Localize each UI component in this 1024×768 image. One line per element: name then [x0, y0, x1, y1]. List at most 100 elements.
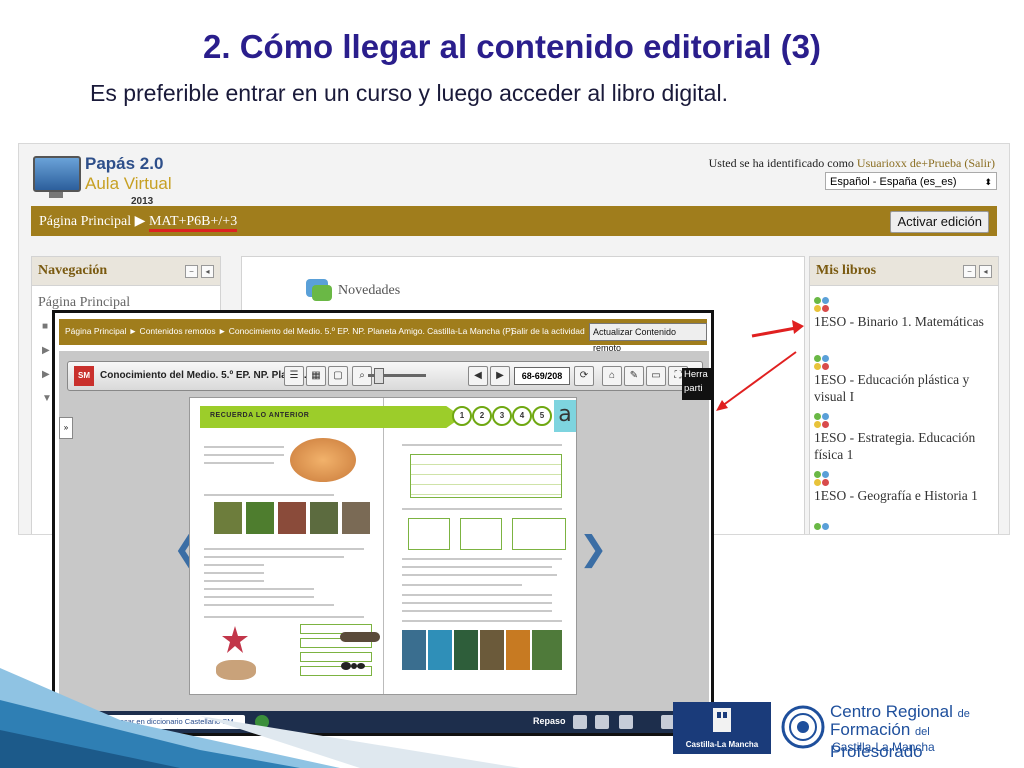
book-item[interactable]: 1ESO - Educación plástica y visual I [814, 355, 994, 405]
logo-title: Papás 2.0 [85, 154, 164, 173]
book-item[interactable]: 1ESO - Estrategia. Educación física 1 [814, 413, 994, 463]
breadcrumb-bar: Página Principal ▶ MAT+P6B+/+3 Activar e… [31, 206, 997, 236]
login-info: Usted se ha identificado como Usuarioxx … [709, 156, 995, 171]
nav-home-link[interactable]: Página Principal [38, 295, 130, 311]
side-panel-toggle-icon[interactable]: » [59, 417, 73, 439]
dock-icon[interactable]: ◂ [201, 265, 214, 278]
dock-icon[interactable]: ◂ [979, 265, 992, 278]
text-line [402, 444, 562, 446]
worksheet-table [410, 454, 562, 498]
index-icon[interactable]: ☰ [284, 366, 304, 386]
step-3[interactable]: 3 [492, 406, 512, 426]
step-4[interactable]: 4 [512, 406, 532, 426]
navigation-block-header: Navegación − ◂ [32, 257, 220, 286]
text-line [204, 446, 284, 448]
text-line [402, 584, 522, 586]
text-line [204, 580, 264, 582]
step-2[interactable]: 2 [472, 406, 492, 426]
breadcrumb-separator-icon: ▶ [134, 214, 146, 229]
page-icon[interactable]: ▢ [328, 366, 348, 386]
thumbnails-icon[interactable]: ▦ [306, 366, 326, 386]
exit-activity-link[interactable]: Salir de la actividad [511, 326, 585, 336]
next-spread-arrow-icon[interactable]: ❯ [579, 529, 608, 569]
go-icon[interactable]: ⟳ [574, 366, 594, 386]
breadcrumb-home[interactable]: Página Principal [39, 214, 131, 229]
language-select[interactable]: Español - España (es_es) ⬍ [825, 172, 997, 190]
text-line [204, 556, 344, 558]
cell-illustration [290, 438, 356, 482]
update-content-button[interactable]: Actualizar Contenido remoto [589, 323, 707, 353]
navigation-title: Navegación [38, 263, 108, 278]
expand-icon[interactable]: ▶ [42, 345, 50, 356]
text-line [402, 610, 552, 612]
my-books-block: Mis libros − ◂ 1ESO - Binario 1. Matemát… [809, 256, 999, 534]
bullet-icon: ■ [42, 321, 49, 332]
papas-logo[interactable]: Papás 2.0 Aula Virtual 2013 [31, 152, 181, 210]
text-line [204, 588, 314, 590]
activate-edit-button[interactable]: Activar edición [890, 211, 989, 233]
coat-of-arms-icon [713, 708, 731, 732]
photo-thumbnail [278, 502, 306, 534]
reader-breadcrumb[interactable]: Página Principal ► Contenidos remotos ► … [65, 326, 514, 336]
screen-icon[interactable]: ▭ [646, 366, 666, 386]
repaso-label[interactable]: Repaso [533, 716, 566, 726]
jccm-logo-text: Castilla-La Mancha [685, 740, 759, 749]
sm-logo: SM [74, 366, 94, 386]
book-item[interactable]: 1ESO - Binario 1. Matemáticas [814, 297, 994, 330]
login-prefix: Usted se ha identificado como [708, 156, 854, 170]
reader-breadcrumb-bar: Página Principal ► Contenidos remotos ► … [59, 319, 707, 353]
prev-page-icon[interactable]: ◀ [468, 366, 488, 386]
text-line [402, 508, 562, 510]
forum-icon-bubble [312, 285, 332, 301]
breadcrumb-course[interactable]: MAT+P6B+/+3 [148, 214, 238, 232]
text-line [204, 572, 264, 574]
book-resource-icon [814, 297, 832, 313]
book-resource-icon [814, 413, 832, 429]
book-title: 1ESO - Binario 1. Matemáticas [814, 314, 984, 329]
logo-subtitle: Aula Virtual [85, 174, 172, 193]
text-line [204, 616, 364, 618]
book-item-partial[interactable] [814, 523, 994, 534]
collapse-icon[interactable]: − [963, 265, 976, 278]
slide-subtitle: Es preferible entrar en un curso y luego… [90, 80, 728, 106]
home-icon[interactable]: ⌂ [602, 366, 622, 386]
match-box [512, 518, 566, 550]
monitor-stand-icon [49, 192, 63, 198]
collapse-arrow-icon[interactable]: ▼ [42, 393, 52, 404]
text-line [204, 604, 334, 606]
page-counter[interactable]: 68-69/208 [514, 367, 570, 385]
book-title: 1ESO - Estrategia. Educación física 1 [814, 430, 976, 462]
news-forum-link[interactable]: Novedades [338, 283, 400, 299]
monitor-icon [33, 156, 81, 192]
collapse-icon[interactable]: − [185, 265, 198, 278]
pen-icon[interactable]: ✎ [624, 366, 644, 386]
text-line [204, 564, 264, 566]
photo-thumbnail [342, 502, 370, 534]
pen-tool-icon[interactable] [573, 715, 587, 729]
next-page-icon[interactable]: ▶ [490, 366, 510, 386]
my-books-header: Mis libros − ◂ [810, 257, 998, 286]
crfp-logo-mark [781, 705, 825, 749]
photo-thumbnail [310, 502, 338, 534]
user-link[interactable]: Usuarioxx de+Prueba [857, 156, 961, 170]
text-line [204, 494, 334, 496]
step-5[interactable]: 5 [532, 406, 552, 426]
book-item[interactable]: 1ESO - Geografía e Historia 1 [814, 471, 994, 504]
book-resource-icon [814, 471, 832, 487]
slide-title: 2. Cómo llegar al contenido editorial (3… [203, 28, 821, 65]
expand-icon[interactable]: ▶ [42, 369, 50, 380]
document-arrow-icon[interactable] [619, 715, 633, 729]
toolbar-tooltip: Herra parti [682, 368, 714, 400]
text-line [402, 558, 562, 560]
zoom-slider-handle[interactable] [374, 368, 384, 384]
book-title: Conocimiento del Medio. 5.º EP. NP. Plan… [100, 370, 307, 381]
document-icon[interactable] [595, 715, 609, 729]
logout-link[interactable]: (Salir) [964, 156, 995, 170]
decorative-wave [0, 668, 520, 768]
step-1[interactable]: 1 [452, 406, 472, 426]
section-letter: a [554, 400, 576, 432]
photo-thumbnail [214, 502, 242, 534]
my-books-title: Mis libros [816, 263, 877, 278]
book-title: 1ESO - Educación plástica y visual I [814, 372, 970, 404]
language-value: Español - España (es_es) [830, 176, 957, 188]
